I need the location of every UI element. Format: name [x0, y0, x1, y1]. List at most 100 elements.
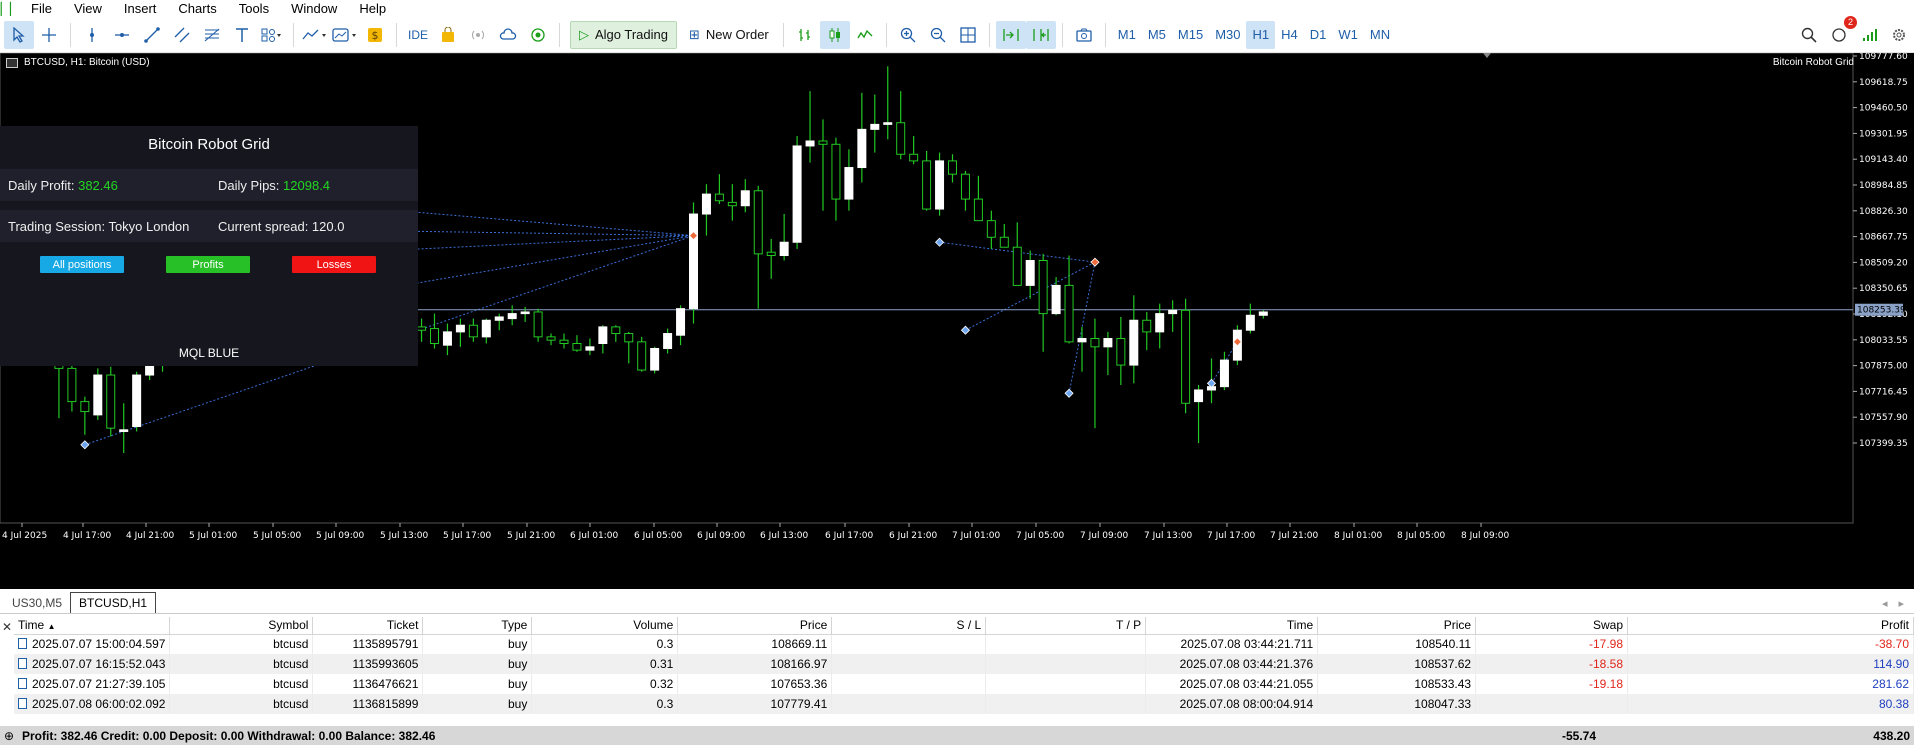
col-header-tp[interactable]: T / P — [985, 617, 1147, 635]
x-tick-label: 4 Jul 2025 — [2, 531, 47, 541]
timeframe-m15[interactable]: M15 — [1172, 21, 1209, 49]
candle-body — [1064, 284, 1074, 343]
strategy-tester-icon[interactable] — [523, 21, 553, 49]
signals-icon[interactable] — [463, 21, 493, 49]
losses-button[interactable]: Losses — [292, 256, 376, 273]
col-header-symbol[interactable]: Symbol — [169, 617, 314, 635]
search-icon[interactable] — [1794, 21, 1824, 49]
expand-plus-icon[interactable]: ⊕ — [4, 729, 18, 743]
tab-scroll-arrows-icon[interactable]: ◂ ▸ — [1872, 594, 1914, 613]
timeframe-m30[interactable]: M30 — [1209, 21, 1246, 49]
table-row[interactable]: 2025.07.07 21:27:39.105 btcusd 113647662… — [14, 674, 1914, 694]
candle-body — [701, 193, 711, 215]
table-row[interactable]: 2025.07.07 15:00:04.597 btcusd 113589579… — [14, 634, 1914, 654]
menu-file[interactable]: File — [20, 0, 63, 17]
line-chart-icon[interactable] — [850, 21, 880, 49]
col-header-sl[interactable]: S / L — [831, 617, 987, 635]
menu-charts[interactable]: Charts — [167, 0, 227, 17]
tile-windows-icon[interactable] — [953, 21, 983, 49]
candle-body — [922, 160, 932, 210]
col-header-swap[interactable]: Swap — [1475, 617, 1629, 635]
candle-body — [1258, 311, 1268, 316]
cell-ticket: 1135895791 — [312, 634, 424, 654]
col-header-close-time[interactable]: Time — [1145, 617, 1319, 635]
toolbar-separator — [782, 22, 784, 47]
candle-body — [106, 374, 116, 429]
cell-type: buy — [422, 634, 533, 654]
cell-volume: 0.3 — [531, 694, 679, 714]
vertical-line-icon[interactable] — [77, 21, 107, 49]
horizontal-line-icon[interactable] — [107, 21, 137, 49]
zoom-out-icon[interactable] — [923, 21, 953, 49]
menu-window[interactable]: Window — [280, 0, 348, 17]
candle-body — [999, 236, 1009, 248]
timeframe-w1[interactable]: W1 — [1332, 21, 1364, 49]
candle-body — [468, 324, 478, 338]
toolbar-separator — [1061, 22, 1063, 47]
chart-shift-icon[interactable] — [1025, 20, 1056, 49]
menu-help[interactable]: Help — [348, 0, 397, 17]
col-header-time[interactable]: Time ▲ — [14, 617, 171, 635]
menu-insert[interactable]: Insert — [113, 0, 168, 17]
trendline-icon[interactable] — [137, 21, 167, 49]
market-dollar-icon[interactable]: $ — [360, 21, 390, 49]
ide-button[interactable]: IDE — [403, 21, 433, 49]
candle-body — [1181, 309, 1191, 404]
x-tick-label: 4 Jul 21:00 — [126, 531, 175, 541]
cell-price: 108669.11 — [677, 634, 833, 654]
zoom-in-icon[interactable] — [893, 21, 923, 49]
timeframe-m1[interactable]: M1 — [1112, 21, 1142, 49]
tab-btcusd-h1[interactable]: BTCUSD,H1 — [70, 592, 157, 613]
crosshair-icon[interactable] — [34, 21, 64, 49]
timeframe-h1[interactable]: H1 — [1246, 20, 1276, 49]
chart-window-icon — [6, 57, 18, 68]
toolbox-history-panel: ✕ Time ▲ Symbol Ticket Type Volume Price… — [0, 614, 1914, 745]
shopping-bag-icon[interactable] — [433, 21, 463, 49]
notifications-button[interactable]: 2 — [1824, 15, 1857, 49]
timeframe-mn[interactable]: MN — [1364, 21, 1396, 49]
timeframe-h4[interactable]: H4 — [1275, 21, 1304, 49]
vps-cloud-icon[interactable] — [493, 21, 523, 49]
candle-body — [559, 339, 569, 344]
col-header-profit[interactable]: Profit — [1627, 617, 1914, 635]
settings-gear-icon[interactable] — [1884, 21, 1914, 49]
col-header-ticket[interactable]: Ticket — [312, 617, 424, 635]
price-chart[interactable]: 109777.60 109618.75 109460.50 109301.95 1091… — [0, 53, 1914, 589]
x-tick-label: 7 Jul 01:00 — [952, 531, 1001, 541]
candlestick-chart-icon[interactable] — [819, 20, 850, 49]
fibonacci-icon[interactable] — [197, 21, 227, 49]
cell-type: buy — [422, 674, 533, 694]
screenshot-camera-icon[interactable] — [1069, 21, 1099, 49]
table-row[interactable]: 2025.07.08 06:00:02.092 btcusd 113681589… — [14, 694, 1914, 714]
cursor-icon[interactable] — [4, 20, 34, 49]
all-positions-button[interactable]: All positions — [40, 256, 124, 273]
cell-sl — [831, 634, 987, 654]
col-header-volume[interactable]: Volume — [531, 617, 679, 635]
templates-dropdown-icon[interactable] — [330, 21, 360, 49]
indicators-dropdown-icon[interactable] — [300, 21, 330, 49]
tab-us30-m5[interactable]: US30,M5 — [4, 593, 70, 613]
shapes-dropdown-icon[interactable] — [257, 21, 287, 49]
candle-body — [740, 190, 750, 207]
candle-body — [844, 167, 854, 200]
auto-scroll-icon[interactable] — [995, 20, 1026, 49]
timeframe-d1[interactable]: D1 — [1304, 21, 1333, 49]
close-toolbox-icon[interactable]: ✕ — [0, 620, 14, 634]
col-header-type[interactable]: Type — [422, 617, 533, 635]
timeframe-m5[interactable]: M5 — [1142, 21, 1172, 49]
profits-button[interactable]: Profits — [166, 256, 250, 273]
col-header-close-price[interactable]: Price — [1317, 617, 1477, 635]
new-order-button[interactable]: ⊞ New Order — [681, 21, 777, 49]
bar-chart-icon[interactable] — [790, 21, 820, 49]
text-tool-icon[interactable] — [227, 21, 257, 49]
algo-trading-button[interactable]: ▷ Algo Trading — [570, 20, 677, 49]
channel-icon[interactable] — [167, 21, 197, 49]
menu-view[interactable]: View — [63, 0, 113, 17]
cell-ticket: 1136476621 — [312, 674, 424, 694]
col-header-price[interactable]: Price — [677, 617, 833, 635]
candle-body — [430, 328, 439, 344]
candle-body — [831, 143, 841, 200]
table-row[interactable]: 2025.07.07 16:15:52.043 btcusd 113599360… — [14, 654, 1914, 674]
menu-tools[interactable]: Tools — [228, 0, 280, 17]
candle-body — [1038, 260, 1048, 315]
